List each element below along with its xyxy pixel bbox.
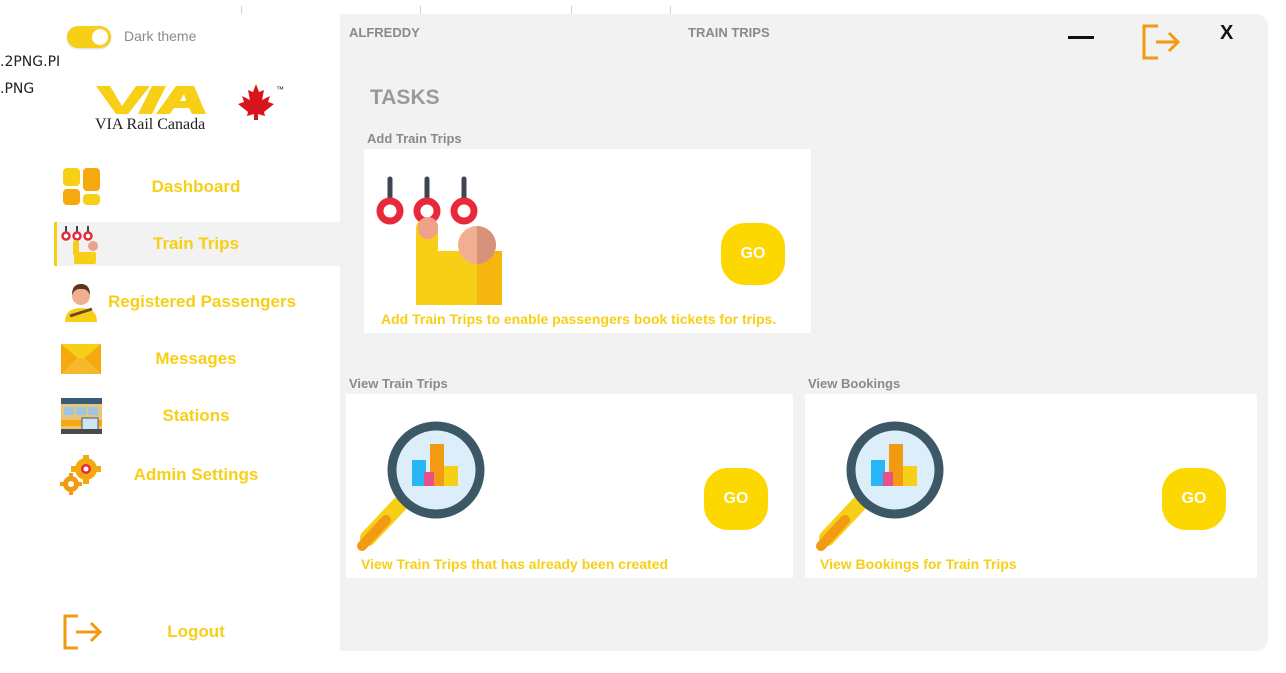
close-button[interactable]: X: [1220, 22, 1233, 45]
active-indicator: [54, 222, 57, 266]
sidebar-item-label: Admin Settings: [133, 465, 259, 484]
section-label-view-train-trips: View Train Trips: [349, 376, 448, 391]
magnifier-chart-icon: [816, 421, 944, 551]
sidebar-item-dashboard[interactable]: Dashboard: [54, 165, 340, 209]
section-label-add-train-trips: Add Train Trips: [367, 131, 462, 146]
background-divider: [670, 6, 671, 14]
trademark-glyph: ™: [276, 85, 284, 94]
background-divider: [571, 6, 572, 14]
page-title: TRAIN TRIPS: [688, 25, 770, 40]
sidebar-item-label: Stations: [162, 406, 230, 425]
card-description: Add Train Trips to enable passengers boo…: [381, 311, 777, 327]
sidebar: Dark theme ™ VIA Rail Canada Dashboard T…: [0, 0, 340, 673]
logout-label: Logout: [167, 622, 225, 641]
section-label-view-bookings: View Bookings: [808, 376, 901, 391]
sidebar-item-messages[interactable]: Messages: [54, 337, 340, 381]
card-description: View Train Trips that has already been c…: [361, 556, 669, 572]
logout-top-icon[interactable]: [1140, 22, 1184, 62]
sidebar-item-label: Messages: [155, 349, 237, 368]
minimize-button[interactable]: [1068, 32, 1094, 42]
envelope-icon: [61, 344, 101, 374]
passenger-icon: [65, 284, 97, 322]
card-description: View Bookings for Train Trips: [820, 556, 1017, 572]
tasks-heading: TASKS: [370, 86, 440, 109]
sidebar-item-label: Registered Passengers: [108, 292, 297, 311]
magnifier-chart-icon: [357, 421, 485, 551]
dashboard-icon: [63, 168, 100, 205]
logout-button[interactable]: Logout: [54, 610, 294, 654]
toggle-knob[interactable]: [92, 29, 108, 45]
train-trips-icon: [61, 226, 98, 264]
card-add-train-trips: GO Add Train Trips to enable passengers …: [364, 149, 811, 333]
background-divider: [420, 6, 421, 14]
go-button-view-train-trips[interactable]: GO: [704, 468, 768, 530]
sidebar-item-admin-settings[interactable]: Admin Settings: [54, 453, 340, 497]
hand-strap-illustration: [376, 176, 502, 305]
dark-theme-toggle[interactable]: [67, 26, 111, 48]
sidebar-item-train-trips[interactable]: Train Trips: [54, 222, 340, 266]
sidebar-item-registered-passengers[interactable]: Registered Passengers: [54, 280, 340, 324]
sidebar-item-stations[interactable]: Stations: [54, 394, 340, 438]
main-panel: ALFREDDY TRAIN TRIPS X TASKS Add Train T…: [340, 14, 1268, 651]
user-name: ALFREDDY: [349, 25, 420, 40]
station-icon: [61, 398, 102, 434]
dark-theme-label: Dark theme: [124, 28, 197, 44]
logo-wordmark: VIA Rail Canada: [95, 116, 206, 133]
card-view-train-trips: GO View Train Trips that has already bee…: [346, 394, 793, 578]
logout-icon: [63, 614, 103, 650]
gears-icon: [60, 455, 101, 495]
go-button-add-train-trips[interactable]: GO: [721, 223, 785, 285]
go-button-view-bookings[interactable]: GO: [1162, 468, 1226, 530]
card-view-bookings: GO View Bookings for Train Trips: [805, 394, 1257, 578]
sidebar-item-label: Dashboard: [151, 177, 241, 196]
sidebar-item-label: Train Trips: [153, 234, 239, 253]
